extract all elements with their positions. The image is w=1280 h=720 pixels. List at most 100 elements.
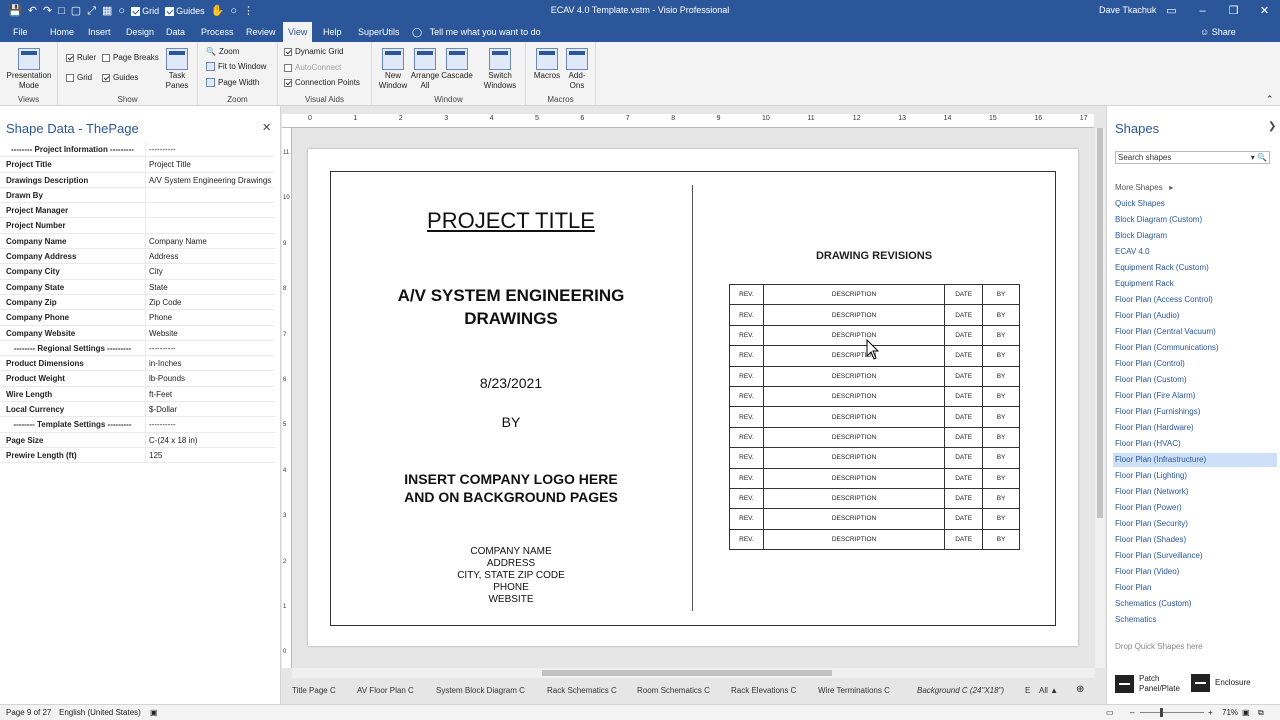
page-tab-active[interactable]: Background C (24"X18") bbox=[917, 686, 1004, 695]
revision-row[interactable]: REV. DESCRIPTION DATE BY bbox=[729, 508, 1020, 530]
shape-data-value[interactable]: A/V System Engineering Drawings bbox=[146, 173, 275, 187]
stencil-item[interactable]: Floor Plan (Lighting) bbox=[1115, 469, 1277, 483]
revision-row[interactable]: REV. DESCRIPTION DATE BY bbox=[729, 406, 1020, 428]
grid-checkbox[interactable]: Grid bbox=[66, 73, 92, 82]
logo-placeholder-text[interactable]: INSERT COMPANY LOGO HERE AND ON BACKGROU… bbox=[331, 470, 691, 506]
drawings-description-text[interactable]: A/V SYSTEM ENGINEERING DRAWINGS bbox=[331, 284, 691, 330]
stencil-item[interactable]: Floor Plan (Infrastructure) bbox=[1113, 453, 1277, 467]
shape-data-value[interactable]: C-(24 x 18 in) bbox=[146, 433, 275, 447]
view-mode-icon[interactable]: ▭ bbox=[1106, 708, 1114, 717]
shape-data-row[interactable]: Company State State bbox=[0, 279, 275, 295]
shape-data-row[interactable]: Project Number bbox=[0, 218, 275, 234]
page-tab[interactable]: AV Floor Plan C bbox=[357, 686, 414, 695]
macro-record-icon[interactable]: ▣ bbox=[150, 708, 158, 717]
zoom-in-icon[interactable]: + bbox=[1208, 708, 1213, 717]
shape-data-row[interactable]: Company Address Address bbox=[0, 249, 275, 265]
stencil-item[interactable]: Floor Plan (Custom) bbox=[1115, 373, 1277, 387]
stencil-item[interactable]: Floor Plan (Audio) bbox=[1115, 309, 1277, 323]
revision-row[interactable]: REV. DESCRIPTION DATE BY bbox=[729, 528, 1020, 551]
stencil-item[interactable]: Block Diagram bbox=[1115, 229, 1277, 243]
stencil-item[interactable]: Equipment Rack bbox=[1115, 277, 1277, 291]
stencil-item[interactable]: Block Diagram (Custom) bbox=[1115, 213, 1277, 227]
zoom-level[interactable]: 71% bbox=[1222, 708, 1238, 717]
shape-data-row[interactable]: Company City City bbox=[0, 264, 275, 280]
user-name[interactable]: Dave Tkachuk bbox=[1099, 5, 1156, 15]
shape-data-row[interactable]: Company Name Company Name bbox=[0, 233, 275, 250]
stencil-item[interactable]: Schematics (Custom) bbox=[1115, 597, 1277, 611]
shape-data-value[interactable]: 125 bbox=[146, 448, 275, 462]
tab-data[interactable]: Data bbox=[161, 22, 190, 42]
stencil-item[interactable]: Schematics bbox=[1115, 613, 1277, 627]
shape-data-section[interactable]: -------- Regional Settings --------- ----… bbox=[0, 340, 275, 357]
new-window-button[interactable]: New Window bbox=[376, 48, 410, 91]
scroll-thumb[interactable] bbox=[1097, 128, 1103, 518]
expand-panel-icon[interactable]: ❯ bbox=[1268, 121, 1276, 132]
revision-row[interactable]: REV. DESCRIPTION DATE BY bbox=[729, 283, 1020, 306]
shape-data-row[interactable]: Drawn By bbox=[0, 187, 275, 204]
quick-shape-patch-panel[interactable]: Patch Panel/Plate bbox=[1115, 674, 1189, 694]
project-title-text[interactable]: PROJECT TITLE bbox=[331, 208, 691, 234]
revision-row[interactable]: REV. DESCRIPTION DATE BY bbox=[729, 447, 1020, 469]
shape-data-value[interactable] bbox=[146, 188, 275, 202]
stencil-item[interactable]: Quick Shapes bbox=[1115, 197, 1277, 211]
stencil-item[interactable]: Floor Plan (Communications) bbox=[1115, 341, 1277, 355]
more-shapes-menu[interactable]: More Shapes ▸ bbox=[1115, 181, 1277, 195]
shape-data-value[interactable]: in-Inches bbox=[146, 356, 275, 370]
stencil-item[interactable]: Floor Plan (Central Vacuum) bbox=[1115, 325, 1277, 339]
cascade-button[interactable]: Cascade bbox=[440, 48, 474, 81]
stencil-item[interactable]: Floor Plan (Power) bbox=[1115, 501, 1277, 515]
revision-row[interactable]: REV. DESCRIPTION DATE BY bbox=[729, 487, 1020, 510]
page-tab[interactable]: Wire Terminations C bbox=[818, 686, 890, 695]
stencil-item[interactable]: Floor Plan (Furnishings) bbox=[1115, 405, 1277, 419]
tell-me-search[interactable]: ◯ Tell me what you want to do bbox=[412, 22, 541, 42]
date-text[interactable]: 8/23/2021 bbox=[331, 375, 691, 391]
fit-page-icon[interactable]: ▣ bbox=[1242, 708, 1250, 717]
stencil-item[interactable]: Floor Plan (Network) bbox=[1115, 485, 1277, 499]
stencil-item[interactable]: Floor Plan (Shades) bbox=[1115, 533, 1277, 547]
shape-data-value[interactable]: $-Dollar bbox=[146, 402, 275, 416]
page-indicator[interactable]: Page 9 of 27 bbox=[6, 708, 51, 717]
share-button[interactable]: ☺ Share bbox=[1200, 22, 1236, 42]
page-breaks-checkbox[interactable]: Page Breaks bbox=[102, 53, 159, 62]
ruler-checkbox[interactable]: Ruler bbox=[66, 53, 96, 62]
shape-data-value[interactable]: Website bbox=[146, 326, 275, 340]
collapse-ribbon-icon[interactable]: ⌃ bbox=[1266, 94, 1274, 105]
revisions-table[interactable]: REV. DESCRIPTION DATE BY REV. DESCRIPTION DATE… bbox=[729, 283, 1020, 551]
page-tab[interactable]: E bbox=[1025, 686, 1030, 695]
zoom-slider-thumb[interactable] bbox=[1160, 708, 1163, 717]
revision-row[interactable]: REV. DESCRIPTION DATE BY bbox=[729, 426, 1020, 449]
tab-process[interactable]: Process bbox=[196, 22, 239, 42]
page-tab[interactable]: Room Schematics C bbox=[637, 686, 710, 695]
all-pages-button[interactable]: All ▲ bbox=[1039, 686, 1058, 695]
shape-data-value[interactable]: ft-Feet bbox=[146, 387, 275, 401]
shape-data-value[interactable]: ---------- bbox=[146, 142, 275, 156]
connection-points-checkbox[interactable]: Connection Points bbox=[284, 78, 360, 87]
shape-data-row[interactable]: Company Website Website bbox=[0, 325, 275, 341]
autoconnect-checkbox[interactable]: AutoConnect bbox=[284, 63, 341, 72]
ribbon-display-icon[interactable]: ▭ bbox=[1156, 0, 1187, 22]
shape-data-value[interactable]: ---------- bbox=[146, 417, 275, 431]
vertical-scrollbar[interactable] bbox=[1095, 128, 1105, 668]
tab-design[interactable]: Design bbox=[121, 22, 159, 42]
stencil-item[interactable]: Floor Plan (Security) bbox=[1115, 517, 1277, 531]
tab-view[interactable]: View bbox=[283, 22, 313, 42]
tab-file[interactable]: File bbox=[8, 22, 33, 42]
stencil-item[interactable]: Floor Plan (Control) bbox=[1115, 357, 1277, 371]
tab-insert[interactable]: Insert bbox=[83, 22, 116, 42]
shape-data-value[interactable]: City bbox=[146, 264, 275, 278]
minimize-icon[interactable]: – bbox=[1187, 0, 1218, 22]
tab-superutils[interactable]: SuperUtils bbox=[353, 22, 405, 42]
stencil-item[interactable]: Floor Plan bbox=[1115, 581, 1277, 595]
shape-data-row[interactable]: Drawings Description A/V System Engineeri… bbox=[0, 172, 275, 188]
macros-button[interactable]: Macros bbox=[532, 48, 562, 81]
stencil-item[interactable]: Floor Plan (Fire Alarm) bbox=[1115, 389, 1277, 403]
shape-data-row[interactable]: Company Phone Phone bbox=[0, 310, 275, 326]
fit-to-window-button[interactable]: Fit to Window bbox=[206, 62, 266, 71]
company-info-block[interactable]: COMPANY NAME ADDRESS CITY, STATE ZIP COD… bbox=[331, 546, 691, 606]
tab-review[interactable]: Review bbox=[241, 22, 281, 42]
stencil-item[interactable]: Floor Plan (HVAC) bbox=[1115, 437, 1277, 451]
dynamic-grid-checkbox[interactable]: Dynamic Grid bbox=[284, 47, 343, 56]
search-shapes-input[interactable]: Search shapes ▾ 🔍 bbox=[1115, 151, 1270, 164]
close-icon[interactable]: ✕ bbox=[1249, 0, 1280, 22]
close-panel-icon[interactable]: ✕ bbox=[262, 121, 271, 134]
